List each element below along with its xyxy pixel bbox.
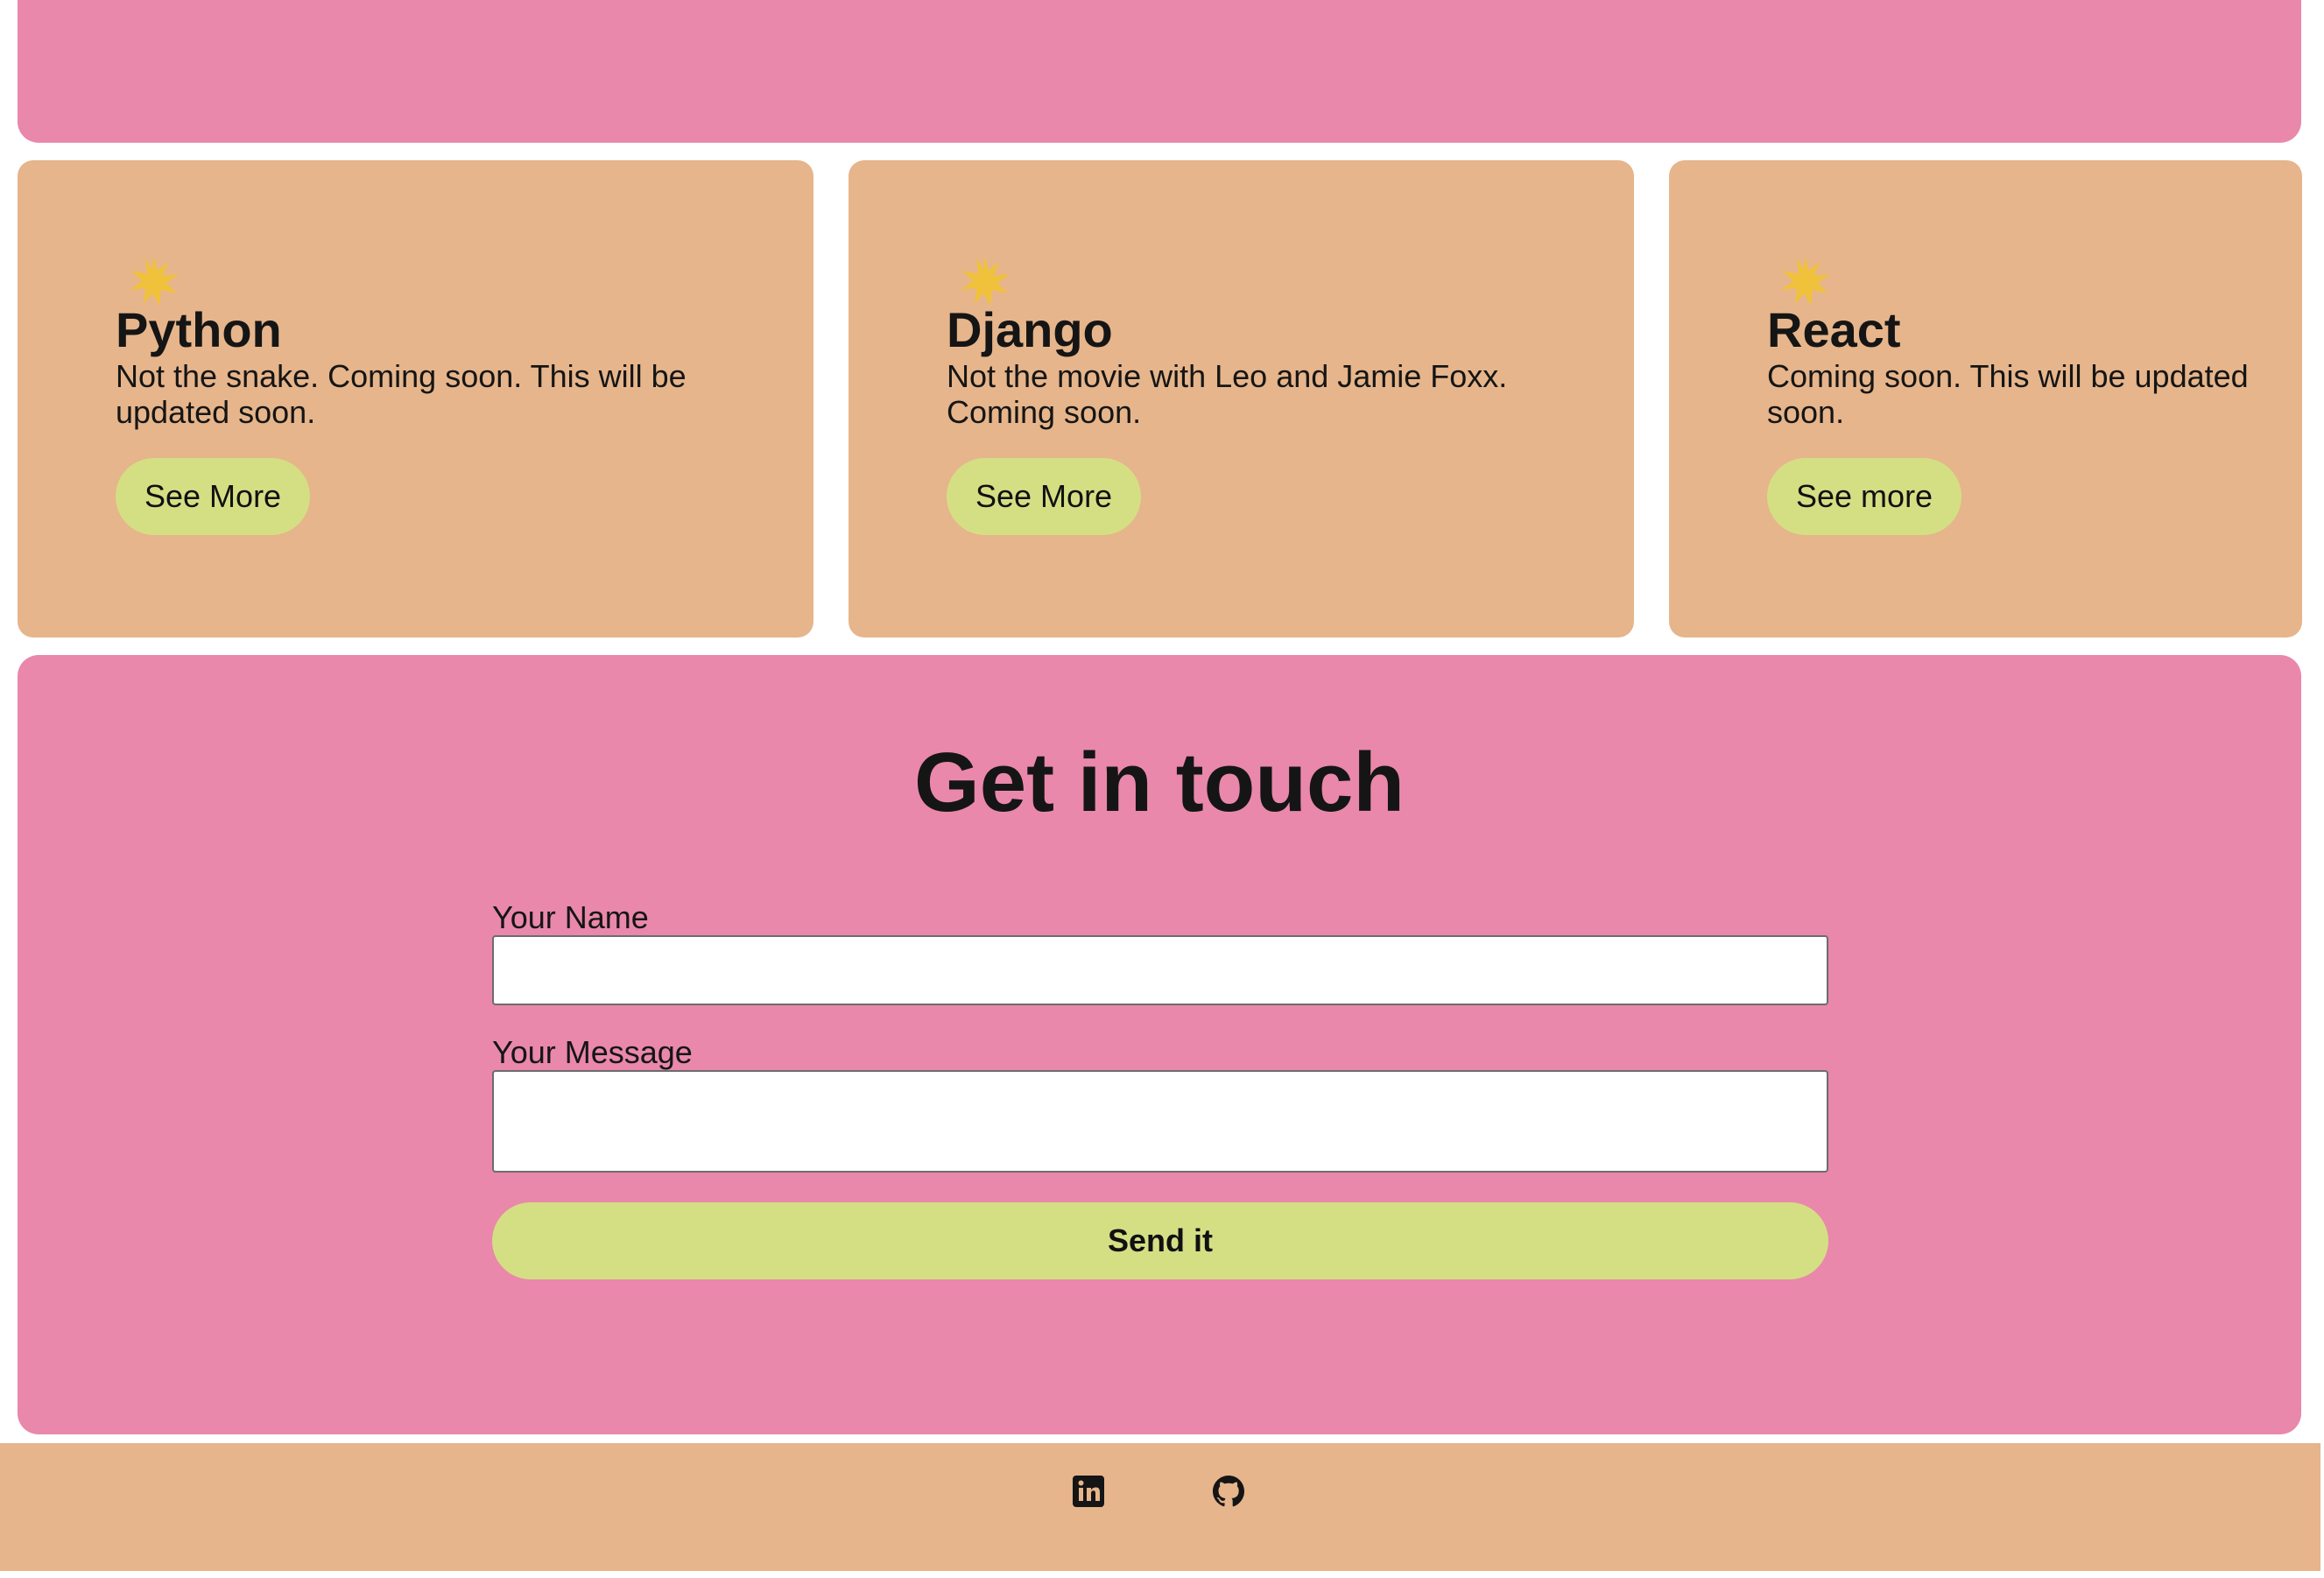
name-field[interactable] (492, 935, 1828, 1005)
skill-title: React (1767, 302, 1901, 357)
footer (0, 1443, 2320, 1571)
see-more-button[interactable]: See more (1767, 458, 1962, 535)
skill-description: Not the movie with Leo and Jamie Foxx. C… (947, 358, 1508, 430)
sparkle-icon (130, 257, 179, 306)
message-field[interactable] (492, 1070, 1828, 1173)
message-label: Your Message (492, 1034, 693, 1070)
skill-description: Coming soon. This will be updated soon. (1767, 358, 2249, 430)
contact-heading: Get in touch (914, 736, 1405, 829)
send-button[interactable]: Send it (492, 1202, 1828, 1279)
see-more-button[interactable]: See More (116, 458, 311, 535)
sparkle-icon (1781, 257, 1830, 306)
name-label: Your Name (492, 899, 649, 935)
contact-section: Get in touch Your Name Your Message Send… (18, 655, 2301, 1434)
page: Python Not the snake. Coming soon. This … (0, 0, 2324, 1578)
skill-description: Not the snake. Coming soon. This will be… (116, 358, 687, 430)
skill-card-django: Django Not the movie with Leo and Jamie … (849, 160, 1634, 638)
sparkle-icon (961, 257, 1010, 306)
skill-card-react: React Coming soon. This will be updated … (1669, 160, 2302, 638)
skill-title: Python (116, 302, 282, 357)
skill-title: Django (947, 302, 1113, 357)
skill-card-python: Python Not the snake. Coming soon. This … (18, 160, 813, 638)
linkedin-icon[interactable] (1071, 1474, 1106, 1509)
github-icon[interactable] (1211, 1474, 1246, 1509)
hero-banner (18, 0, 2301, 143)
see-more-button[interactable]: See More (947, 458, 1142, 535)
contact-form: Your Name Your Message Send it (492, 900, 1828, 1279)
